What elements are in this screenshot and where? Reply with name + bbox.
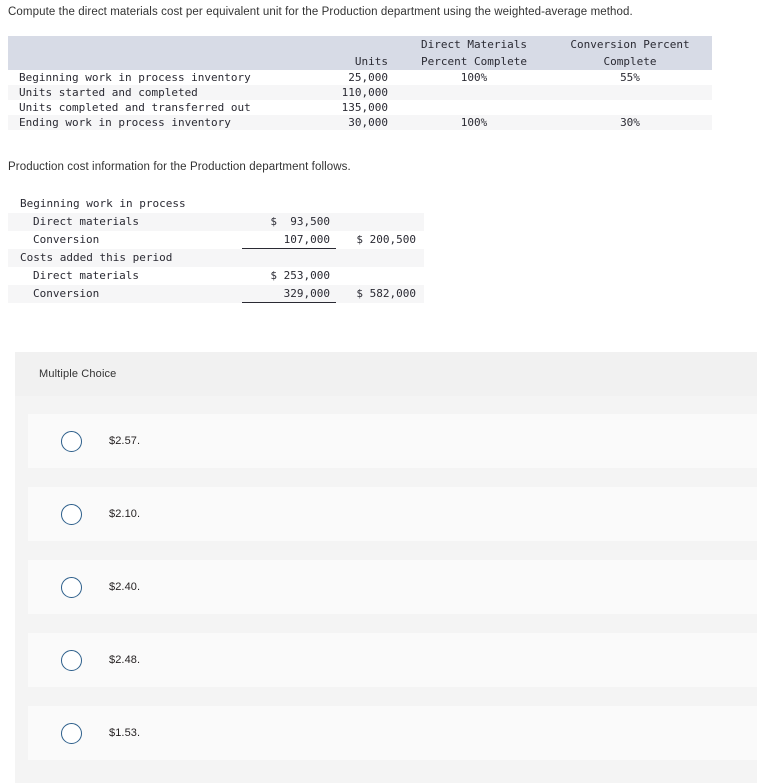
radio-button-icon[interactable] xyxy=(61,722,82,744)
question-prompt: Compute the direct materials cost per eq… xyxy=(8,6,633,18)
cost-row-total: $ 582,000 xyxy=(338,285,424,303)
table-row: Ending work in process inventory 30,000 … xyxy=(8,115,712,130)
cost-row-name: Costs added this period xyxy=(8,249,236,267)
mc-option-0[interactable]: $2.57. xyxy=(28,414,757,468)
sub-prompt: Production cost information for the Prod… xyxy=(8,161,351,173)
units-percent-complete-table: Direct Materials Conversion Percent Unit… xyxy=(8,36,712,130)
mc-option-label: $2.10. xyxy=(109,508,141,520)
units-header-units-blank-top xyxy=(316,36,400,53)
table-row: Units started and completed 110,000 xyxy=(8,85,712,100)
units-header-conversion-line1: Conversion Percent xyxy=(548,36,712,53)
radio-button-icon[interactable] xyxy=(61,430,82,452)
mc-option-2[interactable]: $2.40. xyxy=(28,560,757,614)
units-row-label: Units completed and transferred out xyxy=(19,101,251,114)
cost-table-body: Beginning work in process Direct materia… xyxy=(8,195,424,303)
units-header-blank-top xyxy=(8,36,316,53)
cost-row-name: Direct materials xyxy=(33,269,139,282)
cost-row-amount: $ 253,000 xyxy=(270,269,330,282)
table-row: Beginning work in process xyxy=(8,195,424,213)
units-header-direct-materials-line1: Direct Materials xyxy=(400,36,548,53)
units-table-header-row-1: Direct Materials Conversion Percent xyxy=(8,36,712,53)
table-row: Units completed and transferred out 135,… xyxy=(8,100,712,115)
multiple-choice-title: Multiple Choice xyxy=(15,352,757,396)
table-row: Direct materials $ 253,000 xyxy=(8,267,424,285)
units-row-dm-pct xyxy=(400,100,548,115)
units-header-conversion-line2: Complete xyxy=(548,53,712,70)
units-header-direct-materials-line2: Percent Complete xyxy=(400,53,548,70)
units-row-label: Ending work in process inventory xyxy=(8,115,316,130)
units-row-units: 135,000 xyxy=(341,101,388,114)
table-row: Direct materials $ 93,500 xyxy=(8,213,424,231)
units-row-dm-pct: 100% xyxy=(400,115,548,130)
mc-option-label: $1.53. xyxy=(109,727,141,739)
table-row: Conversion 107,000 $ 200,500 xyxy=(8,231,424,249)
units-header-units: Units xyxy=(316,53,400,70)
mc-option-label: $2.40. xyxy=(109,581,141,593)
cost-row-amount: 329,000 xyxy=(236,285,338,303)
multiple-choice-panel: Multiple Choice $2.57. $2.10. $2.40. $2.… xyxy=(15,352,757,783)
radio-button-icon[interactable] xyxy=(61,649,82,671)
units-row-units: 30,000 xyxy=(316,115,400,130)
multiple-choice-options-list: $2.57. $2.10. $2.40. $2.48. $1.53. xyxy=(15,396,757,783)
mc-option-3[interactable]: $2.48. xyxy=(28,633,757,687)
mc-option-label: $2.48. xyxy=(109,654,141,666)
units-row-label: Beginning work in process inventory xyxy=(19,71,251,84)
units-row-units: 110,000 xyxy=(316,85,400,100)
units-header-blank-bottom xyxy=(8,53,316,70)
units-table-header-row-2: Units Percent Complete Complete xyxy=(8,53,712,70)
cost-row-amount xyxy=(236,249,338,267)
units-row-label: Units started and completed xyxy=(8,85,316,100)
cost-row-amount: 107,000 xyxy=(236,231,338,249)
cost-row-name: Conversion xyxy=(8,285,236,303)
cost-row-total xyxy=(338,213,424,231)
units-table-header: Direct Materials Conversion Percent Unit… xyxy=(8,36,712,70)
radio-button-icon[interactable] xyxy=(61,503,82,525)
units-table-body: Beginning work in process inventory 25,0… xyxy=(8,70,712,130)
units-row-conv-pct: 30% xyxy=(548,115,712,130)
production-cost-table: Beginning work in process Direct materia… xyxy=(8,195,424,303)
cost-row-total xyxy=(338,249,424,267)
mc-option-label: $2.57. xyxy=(109,435,141,447)
table-row: Costs added this period xyxy=(8,249,424,267)
table-row: Beginning work in process inventory 25,0… xyxy=(8,70,712,85)
units-row-units: 25,000 xyxy=(348,71,388,84)
units-row-conv-pct xyxy=(548,100,712,115)
cost-row-total xyxy=(338,267,424,285)
cost-row-name: Direct materials xyxy=(8,213,236,231)
cost-row-name: Conversion xyxy=(33,233,100,246)
units-row-conv-pct xyxy=(548,85,712,100)
cost-row-total: $ 200,500 xyxy=(356,233,416,246)
units-row-dm-pct: 100% xyxy=(460,71,488,84)
cost-row-amount xyxy=(236,195,338,213)
mc-option-4[interactable]: $1.53. xyxy=(28,706,757,760)
table-row: Conversion 329,000 $ 582,000 xyxy=(8,285,424,303)
cost-row-amount: $ 93,500 xyxy=(236,213,338,231)
cost-row-total xyxy=(338,195,424,213)
radio-button-icon[interactable] xyxy=(61,576,82,598)
cost-row-name: Beginning work in process xyxy=(20,197,186,210)
units-row-conv-pct: 55% xyxy=(620,71,640,84)
units-row-dm-pct xyxy=(400,85,548,100)
mc-option-1[interactable]: $2.10. xyxy=(28,487,757,541)
